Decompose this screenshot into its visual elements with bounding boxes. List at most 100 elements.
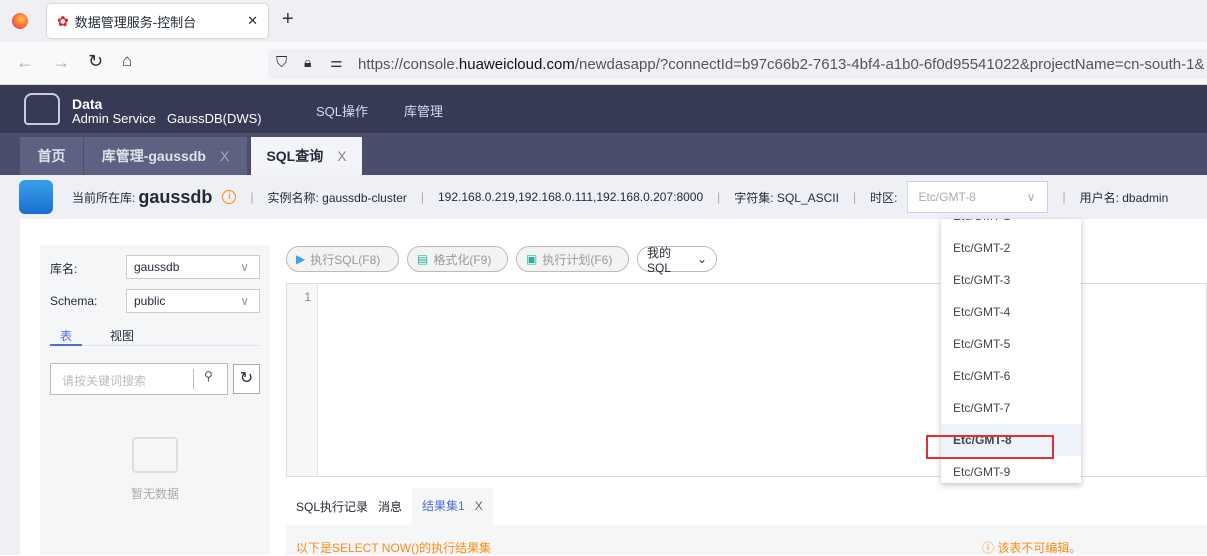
logo-line2: Admin Service [72,111,156,126]
format-icon: ▤ [417,252,429,266]
charset: 字符集: SQL_ASCII [734,190,839,205]
format-button[interactable]: ▤ 格式化(F9) [407,246,508,272]
url-prefix: https://console. [358,55,459,73]
timezone-option[interactable]: Etc/GMT-6 [941,360,1081,392]
schema-select[interactable]: public ∨ [126,289,260,313]
result-bar: 以下是SELECT NOW()的执行结果集 ⓘ 该表不可编辑。 [286,525,1207,555]
tab-messages[interactable]: 消息 [378,498,412,515]
database-icon [19,180,53,214]
hosts: 192.168.0.219,192.168.0.111,192.168.0.20… [438,190,704,204]
timezone-value: Etc/GMT-8 [918,190,976,204]
tab-label: 库管理-gaussdb [101,148,206,164]
tab-result-set-1[interactable]: 结果集1 X [412,488,493,525]
my-sql-button[interactable]: 我的SQL ⌄ [637,245,717,275]
button-label: 我的SQL [647,245,672,275]
das-logo-icon [24,93,60,125]
explain-plan-button[interactable]: ▣ 执行计划(F6) [516,246,629,272]
search-icon[interactable]: ⚲ [193,369,213,389]
tab-db-manage[interactable]: 库管理-gaussdb X [84,137,247,175]
tab-tables[interactable]: 表 [60,327,72,344]
divider: | [250,190,254,204]
instance-name: 实例名称: gaussdb-cluster [267,190,407,205]
result-tabs: SQL执行记录 消息 结果集1 X [286,488,493,525]
close-icon[interactable]: X [475,499,483,513]
db-label: 库名: [50,262,78,276]
empty-text: 暂无数据 [131,487,180,501]
schema-value: public [134,294,166,308]
info-icon[interactable]: i [222,190,237,204]
divider: | [852,190,857,204]
chevron-down-icon: ⌄ [696,252,707,266]
close-tab-icon[interactable]: ✕ [247,13,258,29]
browser-tab-bar: ✿ 数据管理服务-控制台 ✕ + [0,0,1207,42]
close-icon[interactable]: X [220,148,229,164]
url-field[interactable]: ⛉ 🔒︎ ⚌ https://console. huaweicloud.com/n… [268,49,1207,79]
product-name: GaussDB(DWS) [167,111,262,126]
tab-label: 首页 [37,148,66,164]
play-icon: ▶ [296,252,306,266]
reload-icon[interactable]: ↻ [88,51,103,72]
connection-info-bar: 当前所在库: gaussdb i | 实例名称: gaussdb-cluster… [0,175,1207,219]
logo-line1: Data [72,96,103,112]
timezone-option[interactable]: Etc/GMT-7 [941,392,1081,424]
huawei-logo-icon: ✿ [57,12,69,29]
timezone-option[interactable]: Etc/GMT-1 [941,219,1081,232]
warning-icon: ⓘ [982,541,998,555]
nav-sql-ops[interactable]: SQL操作 [316,101,368,120]
active-tab-indicator [50,344,82,346]
button-label: 执行计划(F6) [542,252,613,267]
refresh-button[interactable]: ↻ [233,364,260,394]
db-value: gaussdb [134,260,180,274]
plan-icon: ▣ [526,252,538,266]
tab-label: SQL查询 [266,148,324,164]
schema-label: Schema: [50,294,98,308]
timezone-option[interactable]: Etc/GMT-4 [941,296,1081,328]
divider: | [717,190,721,204]
permissions-icon: ⚌ [330,54,343,70]
timezone-label: 时区: [870,190,898,205]
result-message: 以下是SELECT NOW()的执行结果集 [296,541,492,555]
search-placeholder: 请按关键词搜索 [62,374,147,388]
timezone-select[interactable]: Etc/GMT-8 ∨ [907,181,1049,213]
timezone-option[interactable]: Etc/GMT-9 [941,456,1081,483]
empty-box-icon [132,437,178,473]
divider [82,345,260,346]
app-tabs: 首页 库管理-gaussdb X SQL查询 X [0,133,1207,175]
lock-icon: 🔒︎ [304,54,312,70]
chevron-down-icon: ∨ [240,294,249,308]
run-sql-button[interactable]: ▶ 执行SQL(F8) [286,246,399,272]
timezone-option[interactable]: Etc/GMT-2 [941,232,1081,264]
url-rest: /newdasapp/?connectId=b97c66b2-7613-4bf4… [574,55,1205,73]
browser-tab-title: 数据管理服务-控制台 [74,14,197,30]
username: 用户名: dbadmin [1079,190,1169,205]
chevron-down-icon: ∨ [240,260,249,274]
chevron-down-icon: ∨ [1026,190,1036,204]
home-icon[interactable]: ⌂ [122,51,132,71]
search-input[interactable]: 请按关键词搜索 ⚲ [50,363,228,395]
button-label: 格式化(F9) [433,252,492,267]
tab-views[interactable]: 视图 [110,327,134,344]
db-select[interactable]: gaussdb ∨ [126,255,260,279]
readonly-notice: ⓘ 该表不可编辑。 [982,539,1081,556]
tab-sql-history[interactable]: SQL执行记录 [286,498,378,515]
nav-db-manage[interactable]: 库管理 [404,101,443,120]
back-icon[interactable]: ← [16,52,34,73]
app-header: Data Admin Service GaussDB(DWS) SQL操作 库管… [0,85,1207,133]
url-domain: huaweicloud.com [458,55,575,73]
current-db: gaussdb [138,186,213,207]
tab-home[interactable]: 首页 [20,137,83,175]
highlight-box [926,435,1054,459]
divider: | [420,190,424,204]
new-tab-button[interactable]: + [282,8,294,31]
forward-icon[interactable]: → [52,52,70,73]
button-label: 执行SQL(F8) [310,252,381,267]
divider: | [1062,190,1066,204]
shield-icon: ⛉ [276,54,288,71]
readonly-text: 该表不可编辑。 [997,541,1082,555]
timezone-option[interactable]: Etc/GMT-5 [941,328,1081,360]
close-icon[interactable]: X [337,148,346,164]
tab-label: 结果集1 [422,499,465,513]
timezone-option[interactable]: Etc/GMT-3 [941,264,1081,296]
browser-tab[interactable]: ✿ 数据管理服务-控制台 ✕ [47,4,268,38]
tab-sql-query[interactable]: SQL查询 X [251,137,362,175]
